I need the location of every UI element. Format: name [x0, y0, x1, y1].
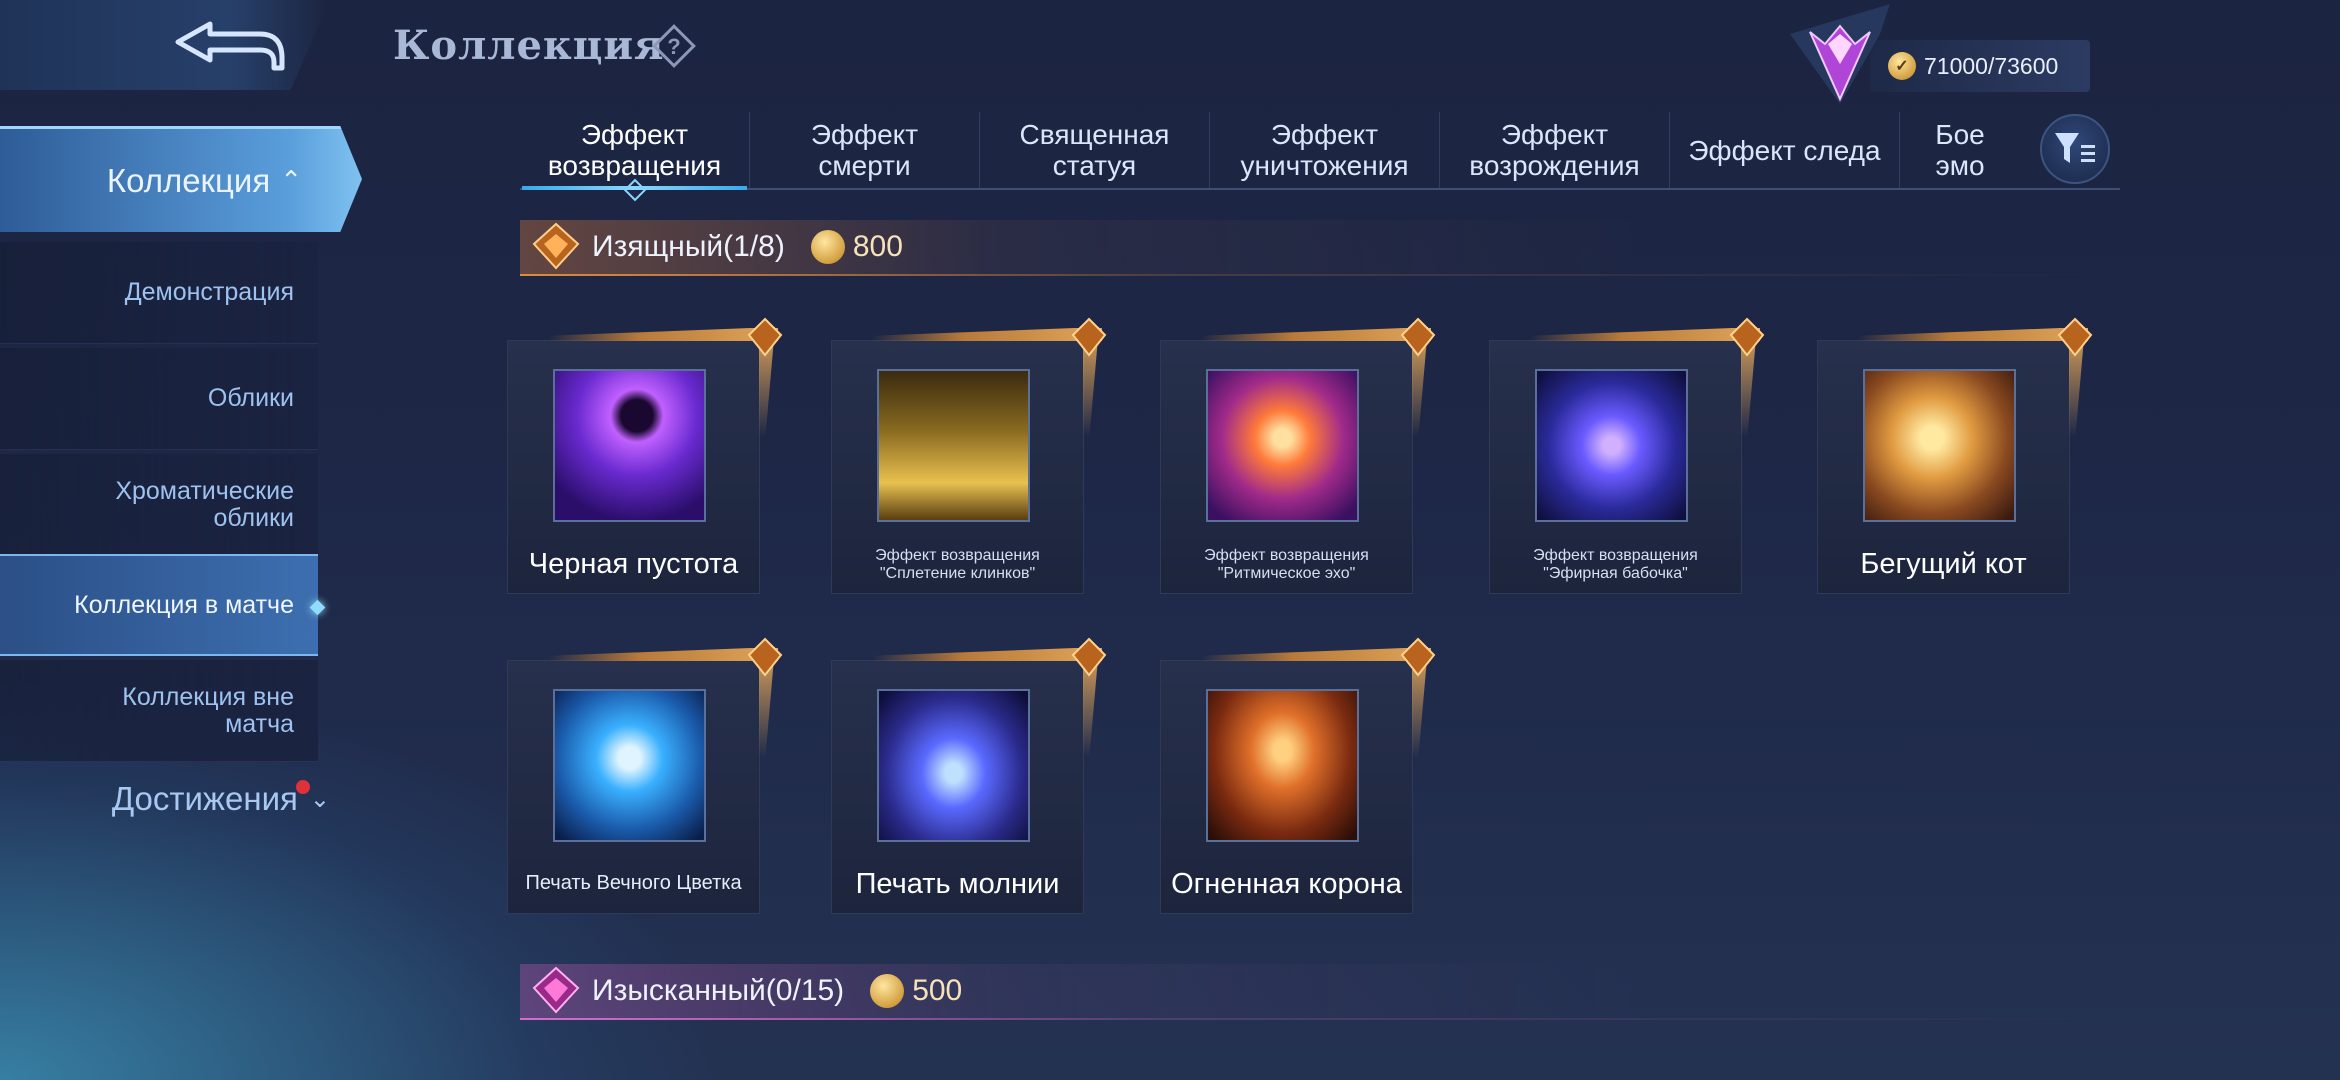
filter-icon [2055, 133, 2095, 163]
active-tab-marker [623, 178, 646, 202]
sidebar-item-out-match[interactable]: Коллекция вне матча [0, 660, 318, 762]
effect-card[interactable]: Огненная корона [1160, 637, 1436, 914]
rarity-gem-icon [747, 637, 783, 677]
tab-sacred-statue[interactable]: Священная статуя [980, 112, 1210, 188]
section-title: Изящный(1/8) [592, 230, 785, 263]
elegant-tier-icon [532, 222, 580, 270]
effect-thumbnail [1535, 369, 1688, 522]
effect-card[interactable]: Эффект возвращения "Эфирная бабочка" [1489, 317, 1765, 594]
effect-thumbnail [1206, 689, 1359, 842]
effect-name: Черная пустота [528, 548, 739, 580]
svg-text:?: ? [667, 34, 680, 59]
currency-amount: 71000/73600 [1924, 52, 2059, 79]
effect-card[interactable]: Черная пустота [507, 317, 783, 594]
active-indicator [309, 599, 326, 616]
tab-respawn-effect[interactable]: Эффект возрождения [1440, 112, 1670, 188]
tab-battle-emote[interactable]: Бое эмо [1900, 112, 2020, 188]
effect-name: Бегущий кот [1860, 548, 2027, 580]
effect-card[interactable]: Бегущий кот [1817, 317, 2093, 594]
currency-display: ✓ 71000/73600 [1870, 40, 2090, 92]
category-tabs: Эффект возвращения Эффект смерти Священн… [520, 112, 2120, 202]
effect-name: Печать Вечного Цветка [525, 872, 742, 894]
effect-thumbnail [877, 369, 1030, 522]
tab-recall-effect[interactable]: Эффект возвращения [520, 112, 750, 202]
effect-thumbnail [553, 689, 706, 842]
sidebar-collection-group[interactable]: Коллекция ⌃ [0, 126, 362, 232]
effect-card[interactable]: Печать молнии [831, 637, 1107, 914]
section-header-elegant: Изящный(1/8) 800 [520, 220, 2120, 276]
effect-name: Эффект возвращения "Ритмическое эхо" [1204, 547, 1369, 582]
section-price: 500 [912, 974, 963, 1007]
effect-name: Эффект возвращения "Эфирная бабочка" [1533, 547, 1698, 582]
sidebar-item-skins[interactable]: Облики [0, 348, 318, 450]
chevron-up-icon: ⌃ [280, 165, 302, 195]
sidebar-group-label: Коллекция [106, 161, 271, 199]
tab-kill-effect[interactable]: Эффект уничтожения [1210, 112, 1440, 188]
sidebar-item-in-match[interactable]: Коллекция в матче [0, 554, 326, 656]
filter-button[interactable] [2040, 114, 2110, 184]
section-price: 800 [852, 230, 903, 263]
effect-thumbnail [877, 689, 1030, 842]
refined-tier-icon [532, 966, 580, 1014]
section-header-refined: Изысканный(0/15) 500 [520, 964, 2120, 1020]
effect-name: Эффект возвращения "Сплетение клинков" [875, 547, 1040, 582]
effect-card[interactable]: Эффект возвращения "Ритмическое эхо" [1160, 317, 1436, 594]
chevron-down-icon: ⌄ [309, 785, 330, 813]
effect-name: Огненная корона [1171, 868, 1402, 900]
coin-icon [870, 974, 905, 1008]
section-title: Изысканный(0/15) [592, 974, 845, 1007]
tab-trail-effect[interactable]: Эффект следа [1670, 112, 1900, 188]
back-button[interactable] [0, 0, 330, 90]
rarity-gem-icon [1071, 317, 1107, 357]
coin-icon [810, 230, 845, 264]
question-diamond-icon[interactable]: ? [650, 22, 698, 70]
effect-card[interactable]: Эффект возвращения "Сплетение клинков" [831, 317, 1107, 594]
sidebar-achievements[interactable]: Достижения ⌄ [0, 764, 340, 834]
effect-thumbnail [553, 369, 706, 522]
rarity-gem-icon [1729, 317, 1765, 357]
tab-elimination-effect[interactable]: Эффект смерти [750, 112, 980, 188]
sidebar-item-demo[interactable]: Демонстрация [0, 242, 318, 344]
rarity-gem-icon [747, 317, 783, 357]
notification-dot [296, 780, 310, 794]
effect-thumbnail [1863, 369, 2016, 522]
rarity-gem-icon [2057, 317, 2093, 357]
effect-card[interactable]: Печать Вечного Цветка [507, 637, 783, 914]
page-title: Коллекция [393, 22, 665, 69]
back-arrow-icon [175, 21, 285, 71]
rarity-gem-icon [1071, 637, 1107, 677]
coin-icon: ✓ [1888, 52, 1916, 80]
sidebar-item-chromatic-skins[interactable]: Хроматические облики [0, 454, 318, 556]
effect-thumbnail [1206, 369, 1359, 522]
rarity-gem-icon [1400, 317, 1436, 357]
effect-name: Печать молнии [855, 868, 1060, 900]
rarity-gem-icon [1400, 637, 1436, 677]
